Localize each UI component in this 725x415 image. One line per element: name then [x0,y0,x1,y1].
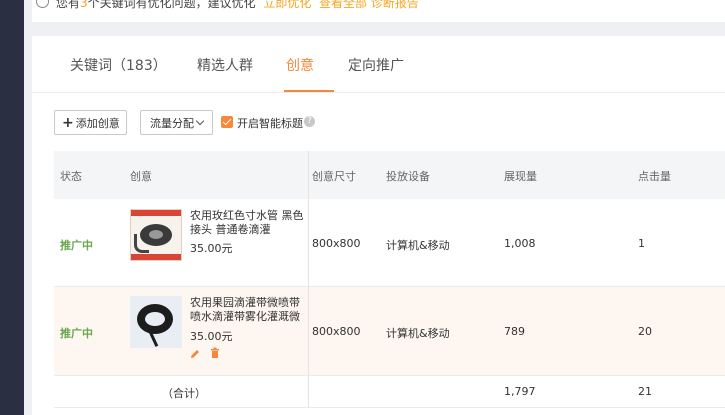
creative-thumbnail[interactable] [130,296,182,348]
creative-thumbnail[interactable] [130,209,182,261]
table-header: 状态 创意 创意尺寸 投放设备 展现量 点击量 [54,151,725,199]
trash-icon[interactable] [209,347,221,359]
tab-creative[interactable]: 创意 [286,55,314,75]
help-icon[interactable]: ? [304,116,315,127]
header-impressions[interactable]: 展现量 [504,168,537,184]
smart-title-label[interactable]: 开启智能标题 [237,115,303,131]
status-badge: 推广中 [60,239,93,252]
tab-bar: 关键词（183） 精选人群 创意 定向推广 [32,36,725,93]
left-sidebar [0,0,24,415]
creative-price: 35.00元 [190,330,233,343]
table-row: 推广中 农用玫红色寸水管 黑色接头 普通卷滴灌 35.00元 800x800 计… [54,199,725,287]
main-panel: 关键词（183） 精选人群 创意 定向推广 + 添加创意 流量分配 开启智能标题… [32,36,725,415]
chevron-down-icon [195,116,205,125]
creative-size: 800x800 [312,325,361,338]
clicks: 1 [638,237,645,250]
header-size: 创意尺寸 [312,170,356,183]
header-device: 投放设备 [386,170,430,183]
active-tab-indicator [284,90,334,92]
device: 计算机&移动 [386,327,450,340]
clicks: 20 [638,325,652,338]
impressions: 789 [504,325,525,338]
header-status: 状态 [60,170,82,183]
status-badge: 推广中 [60,327,93,340]
total-clicks: 21 [638,385,652,398]
notice-bar: 您有3个关键词有优化问题，建议优化 立即优化 查看全部 诊断报告 [32,0,725,22]
info-icon [36,0,49,8]
plus-icon: + [62,114,74,131]
add-creative-button[interactable]: + 添加创意 [54,110,127,135]
creative-size: 800x800 [312,237,361,250]
total-label: （合计） [162,387,206,400]
tab-keywords[interactable]: 关键词（183） [70,55,167,75]
table-total-row: （合计） 1,797 21 [54,376,725,408]
total-impressions: 1,797 [504,385,536,398]
traffic-allocation-dropdown[interactable]: 流量分配 [140,110,213,135]
column-divider [308,151,309,408]
header-clicks[interactable]: 点击量 [638,168,671,184]
tab-targeting[interactable]: 定向推广 [348,55,404,75]
edit-icon[interactable] [189,348,201,360]
header-creative: 创意 [130,170,152,183]
device: 计算机&移动 [386,239,450,252]
table-row: 推广中 农用果园滴灌带微喷带喷水滴灌带雾化灌溉微 35.00元 800x800 … [54,287,725,376]
report-link[interactable]: 查看全部 诊断报告 [319,0,419,10]
creative-title[interactable]: 农用玫红色寸水管 黑色接头 普通卷滴灌 [190,209,308,237]
impressions: 1,008 [504,237,536,250]
creative-title[interactable]: 农用果园滴灌带微喷带喷水滴灌带雾化灌溉微 [190,296,308,324]
optimize-link[interactable]: 立即优化 [263,0,311,10]
notice-text: 您有3个关键词有优化问题，建议优化 立即优化 查看全部 诊断报告 [56,0,419,11]
smart-title-checkbox[interactable] [221,116,233,128]
creative-price: 35.00元 [190,242,233,255]
tab-audience[interactable]: 精选人群 [197,55,253,75]
